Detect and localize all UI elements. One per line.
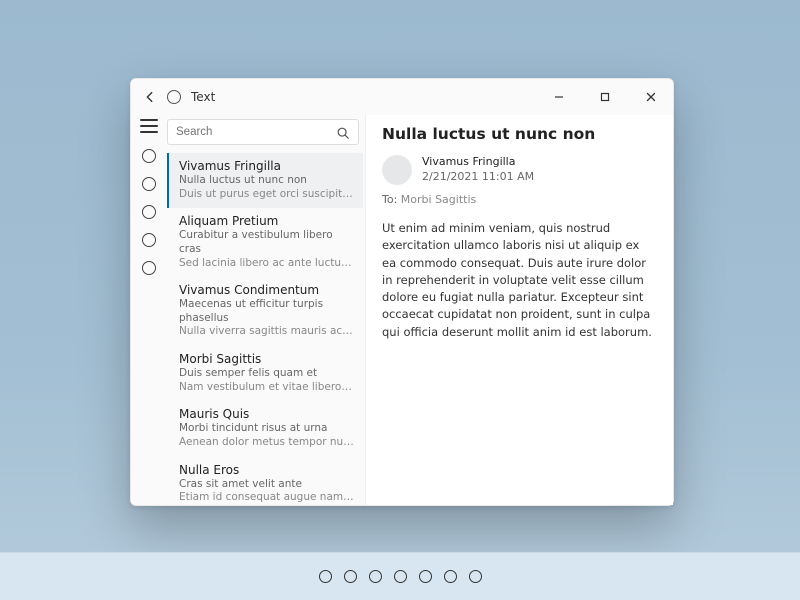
list-item-subtitle: Nulla luctus ut nunc non: [179, 174, 355, 188]
list-item-subtitle: Cras sit amet velit ante: [179, 478, 355, 492]
list-item-preview: Nulla viverra sagittis mauris ac convall…: [179, 325, 355, 339]
desktop: Text: [0, 0, 800, 600]
message-from: Vivamus Fringilla: [422, 155, 534, 170]
maximize-button[interactable]: [587, 83, 623, 111]
list-column: Vivamus FringillaNulla luctus ut nunc no…: [167, 115, 365, 505]
nav-item[interactable]: [142, 261, 156, 275]
pager-dot[interactable]: [444, 570, 457, 583]
list-item-preview: Sed lacinia libero ac ante luctus nec in…: [179, 257, 355, 271]
detail-pane: Nulla luctus ut nunc non Vivamus Fringil…: [365, 115, 673, 505]
list-item-preview: Aenean dolor metus tempor nulla ac dapib…: [179, 436, 355, 450]
list-item-subtitle: Morbi tincidunt risus at urna: [179, 422, 355, 436]
message-to-line: To: Morbi Sagittis: [382, 193, 657, 206]
app-icon: [167, 90, 181, 104]
list-item-title: Nulla Eros: [179, 463, 355, 478]
pager-dot[interactable]: [344, 570, 357, 583]
list-item-preview: Duis ut purus eget orci suscipit malesua…: [179, 188, 355, 202]
message-meta: Vivamus Fringilla 2/21/2021 11:01 AM: [382, 155, 657, 185]
list-item-preview: Nam vestibulum et vitae libero finibus e…: [179, 381, 355, 395]
list-item-subtitle: Curabitur a vestibulum libero cras: [179, 229, 355, 256]
list-item-title: Vivamus Fringilla: [179, 159, 355, 174]
nav-item[interactable]: [142, 177, 156, 191]
list-item-title: Morbi Sagittis: [179, 352, 355, 367]
hamburger-icon[interactable]: [140, 119, 158, 133]
message-body: Ut enim ad minim veniam, quis nostrud ex…: [382, 220, 657, 341]
list-item[interactable]: Morbi SagittisDuis semper felis quam etN…: [167, 346, 363, 401]
list-item-subtitle: Maecenas ut efficitur turpis phasellus: [179, 298, 355, 325]
title-bar: Text: [131, 79, 673, 115]
window-title: Text: [191, 90, 215, 104]
list-item[interactable]: Vivamus FringillaNulla luctus ut nunc no…: [167, 153, 363, 208]
minimize-button[interactable]: [541, 83, 577, 111]
search-box[interactable]: [167, 119, 359, 145]
back-button[interactable]: [143, 90, 157, 104]
to-value: Morbi Sagittis: [401, 193, 476, 206]
nav-item[interactable]: [142, 233, 156, 247]
list-item[interactable]: Mauris QuisMorbi tincidunt risus at urna…: [167, 401, 363, 456]
search-icon: [336, 125, 350, 139]
app-window: Text: [130, 78, 674, 506]
list-item-preview: Etiam id consequat augue nam tincidunt: [179, 491, 355, 505]
pager-dot[interactable]: [469, 570, 482, 583]
nav-column: [131, 115, 167, 505]
list-item-title: Vivamus Condimentum: [179, 283, 355, 298]
list-item-title: Aliquam Pretium: [179, 214, 355, 229]
list-item-subtitle: Duis semper felis quam et: [179, 367, 355, 381]
pager-dot[interactable]: [394, 570, 407, 583]
nav-item[interactable]: [142, 149, 156, 163]
close-button[interactable]: [633, 83, 669, 111]
message-date: 2/21/2021 11:01 AM: [422, 170, 534, 185]
window-body: Vivamus FringillaNulla luctus ut nunc no…: [131, 115, 673, 505]
search-input[interactable]: [176, 126, 336, 138]
message-list: Vivamus FringillaNulla luctus ut nunc no…: [167, 153, 363, 505]
list-item[interactable]: Nulla ErosCras sit amet velit anteEtiam …: [167, 457, 363, 505]
list-item[interactable]: Aliquam PretiumCurabitur a vestibulum li…: [167, 208, 363, 277]
nav-item[interactable]: [142, 205, 156, 219]
to-label: To:: [382, 193, 397, 206]
bottom-bar: [0, 552, 800, 600]
avatar: [382, 155, 412, 185]
pager-dot[interactable]: [319, 570, 332, 583]
pager-dot[interactable]: [419, 570, 432, 583]
list-item[interactable]: Vivamus CondimentumMaecenas ut efficitur…: [167, 277, 363, 346]
list-item-title: Mauris Quis: [179, 407, 355, 422]
pager-dot[interactable]: [369, 570, 382, 583]
message-subject: Nulla luctus ut nunc non: [382, 125, 657, 143]
